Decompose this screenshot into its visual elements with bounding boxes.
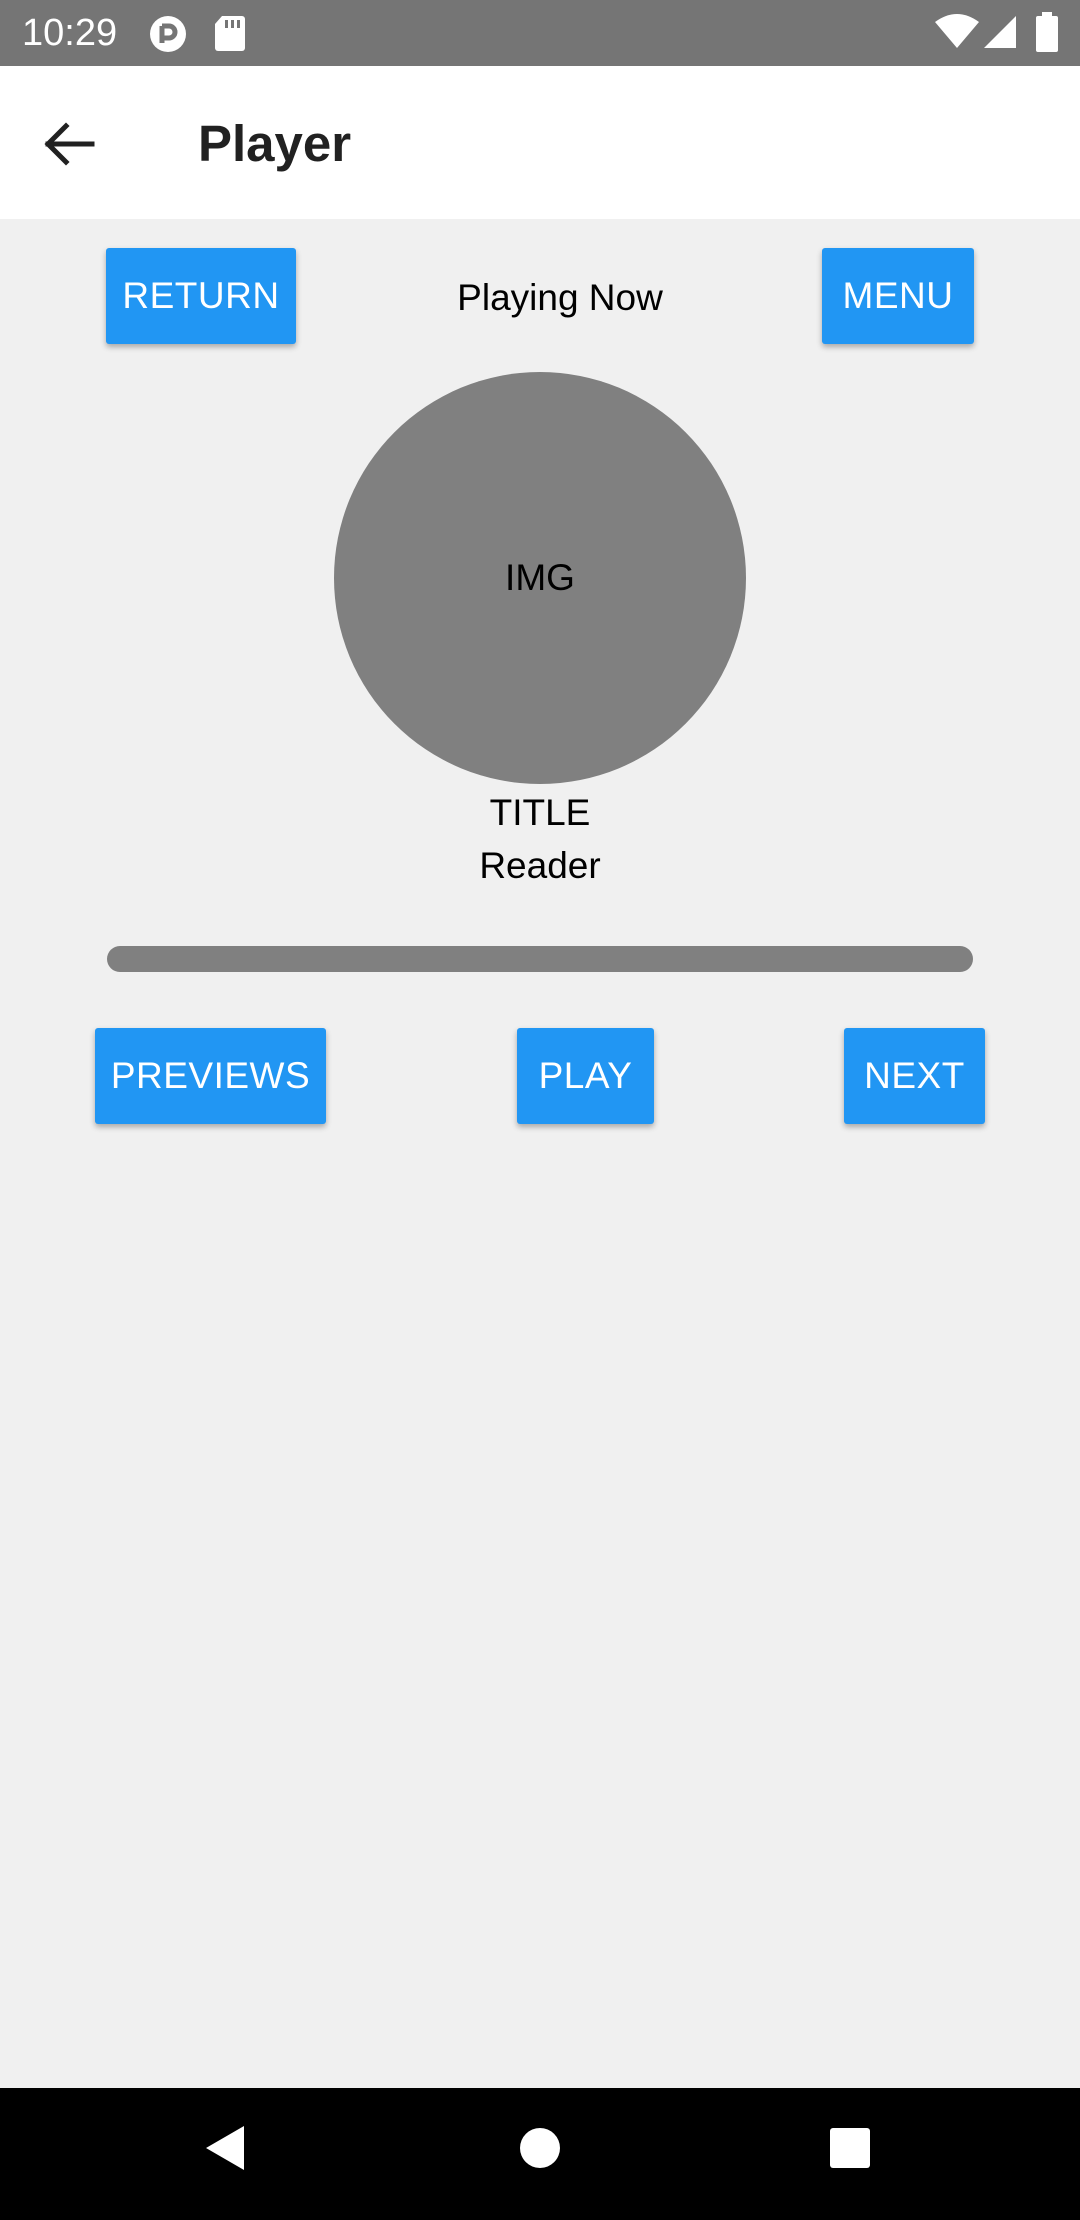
cell-signal-icon	[982, 14, 1018, 55]
now-playing-label: Playing Now	[457, 277, 663, 318]
play-button[interactable]: PLAY	[517, 1028, 654, 1124]
status-time: 10:29	[22, 12, 118, 54]
page-title: Player	[198, 115, 352, 172]
sd-card-icon	[214, 14, 246, 57]
wifi-icon	[934, 14, 980, 55]
recents-square-icon[interactable]	[828, 2124, 872, 2177]
next-button[interactable]: NEXT	[844, 1028, 985, 1124]
menu-button[interactable]: MENU	[822, 248, 974, 344]
system-nav-bar	[0, 2088, 1080, 2220]
app-bar: Player	[0, 66, 1080, 219]
status-bar: 10:29	[0, 0, 1080, 66]
home-circle-icon[interactable]	[518, 2124, 562, 2177]
arrow-back-icon	[44, 122, 95, 166]
cover-image: IMG	[334, 372, 746, 784]
signal-app-icon	[148, 14, 188, 59]
progress-bar[interactable]	[107, 946, 973, 972]
back-triangle-icon[interactable]	[202, 2124, 246, 2177]
previous-button[interactable]: PREVIEWS	[95, 1028, 326, 1124]
return-button[interactable]: RETURN	[106, 248, 296, 344]
track-title: TITLE	[489, 792, 591, 833]
back-button[interactable]	[36, 110, 104, 178]
cover-image-label: IMG	[505, 557, 575, 598]
track-reader: Reader	[479, 845, 601, 886]
battery-icon	[1036, 12, 1058, 57]
